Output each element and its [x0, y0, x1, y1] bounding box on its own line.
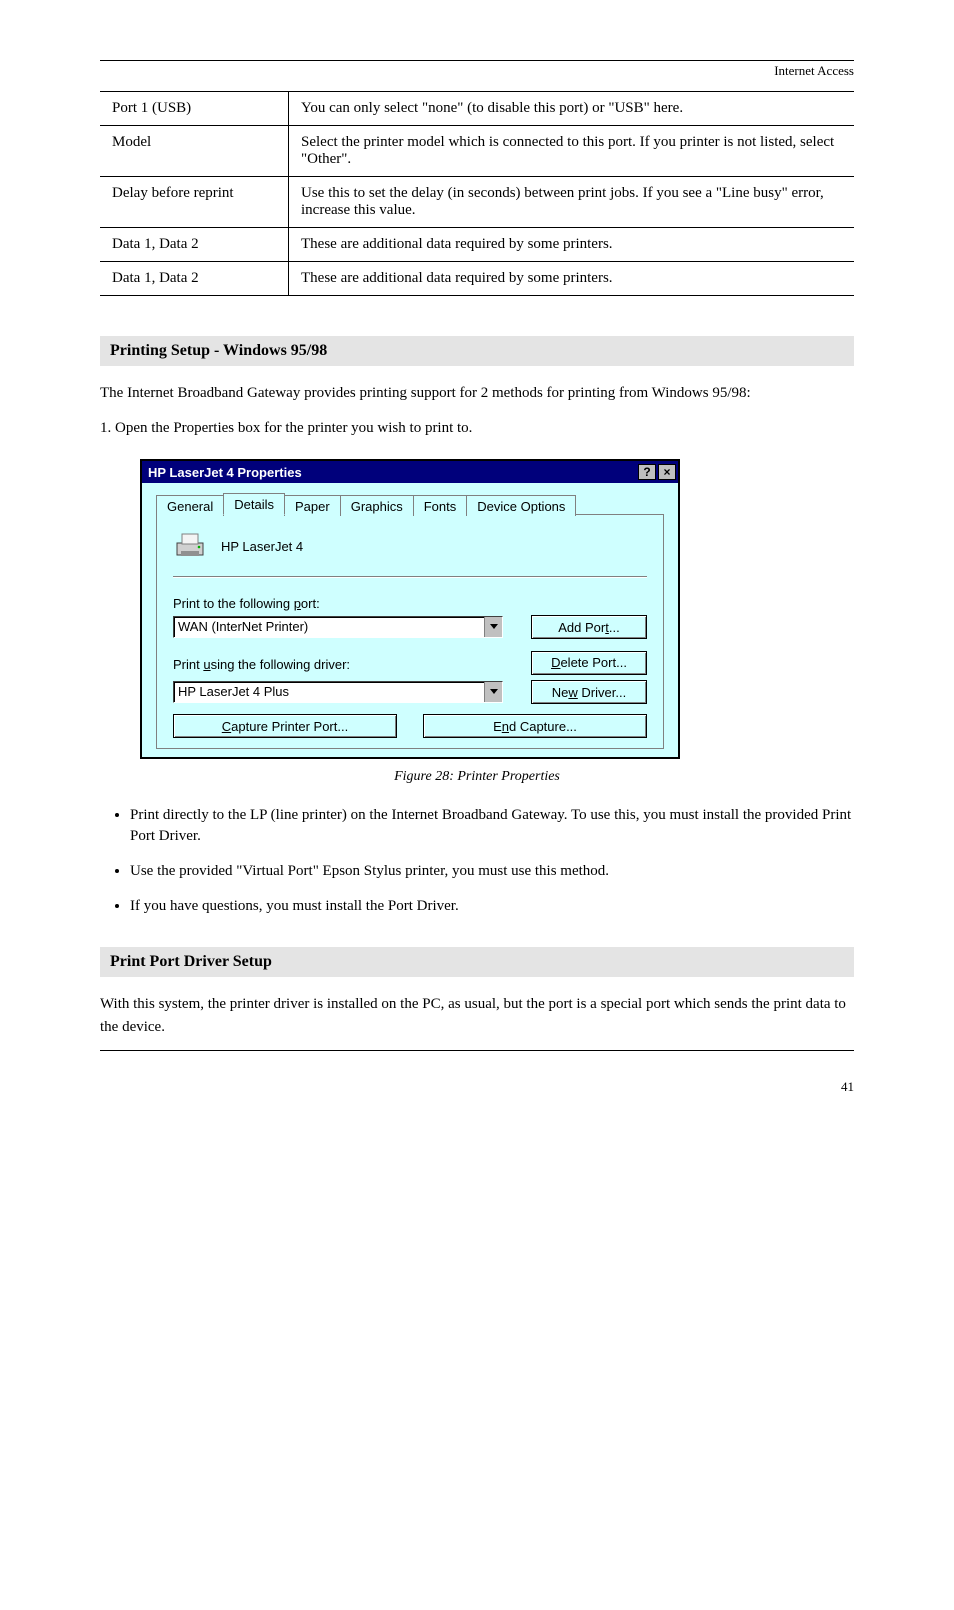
printer-properties-dialog: HP LaserJet 4 Properties ? × GeneralDeta…: [140, 459, 680, 759]
end-capture-button[interactable]: End Capture...: [423, 714, 647, 738]
dropdown-icon[interactable]: [484, 682, 502, 702]
delete-port-button[interactable]: Delete Port...: [531, 651, 647, 675]
capture-port-button[interactable]: Capture Printer Port...: [173, 714, 397, 738]
table-cell-desc: Select the printer model which is connec…: [289, 126, 855, 177]
table-cell-desc: Use this to set the delay (in seconds) b…: [289, 177, 855, 228]
table-row: Data 1, Data 2These are additional data …: [100, 262, 854, 296]
port-label: Print to the following port:: [173, 596, 647, 611]
dialog-titlebar[interactable]: HP LaserJet 4 Properties ? ×: [142, 461, 678, 483]
page-bottom-rule: [100, 1050, 854, 1051]
table-cell-desc: You can only select "none" (to disable t…: [289, 92, 855, 126]
tab-graphics[interactable]: Graphics: [340, 495, 414, 516]
driver-label: Print using the following driver:: [173, 657, 503, 672]
add-port-button[interactable]: Add Port...: [531, 615, 647, 639]
table-row: Port 1 (USB)You can only select "none" (…: [100, 92, 854, 126]
tab-details[interactable]: Details: [223, 493, 285, 515]
table-row: Data 1, Data 2These are additional data …: [100, 228, 854, 262]
tab-general[interactable]: General: [156, 495, 224, 516]
table-cell-name: Port 1 (USB): [100, 92, 289, 126]
tab-fonts[interactable]: Fonts: [413, 495, 468, 516]
list-item: If you have questions, you must install …: [130, 896, 854, 917]
details-tab-panel: HP LaserJet 4 Print to the following por…: [156, 514, 664, 749]
list-item: Use the provided "Virtual Port" Epson St…: [130, 861, 854, 882]
divider: [173, 576, 647, 578]
dropdown-icon[interactable]: [484, 617, 502, 637]
tab-strip: GeneralDetailsPaperGraphicsFontsDevice O…: [156, 493, 664, 515]
table-row: Delay before reprintUse this to set the …: [100, 177, 854, 228]
table-cell-desc: These are additional data required by so…: [289, 262, 855, 296]
feature-bullets: Print directly to the LP (line printer) …: [130, 805, 854, 917]
section-heading-printing-setup: Printing Setup - Windows 95/98: [100, 336, 854, 366]
dialog-title: HP LaserJet 4 Properties: [148, 465, 636, 480]
settings-table: Port 1 (USB)You can only select "none" (…: [100, 91, 854, 296]
section1-paragraph: The Internet Broadband Gateway provides …: [100, 382, 854, 405]
table-cell-name: Data 1, Data 2: [100, 262, 289, 296]
close-button[interactable]: ×: [658, 464, 676, 480]
table-cell-desc: These are additional data required by so…: [289, 228, 855, 262]
table-cell-name: Model: [100, 126, 289, 177]
printer-name-label: HP LaserJet 4: [221, 539, 303, 554]
section1-step1: 1. Open the Properties box for the print…: [100, 417, 854, 440]
section2-paragraph: With this system, the printer driver is …: [100, 993, 854, 1038]
table-cell-name: Delay before reprint: [100, 177, 289, 228]
printer-icon: [173, 531, 207, 562]
figure-caption: Figure 28: Printer Properties: [100, 769, 854, 785]
section-heading-driver-setup: Print Port Driver Setup: [100, 947, 854, 977]
tab-paper[interactable]: Paper: [284, 495, 341, 516]
tab-device-options[interactable]: Device Options: [466, 495, 576, 516]
table-cell-name: Data 1, Data 2: [100, 228, 289, 262]
port-combobox[interactable]: WAN (InterNet Printer): [173, 616, 503, 638]
page-number: 41: [841, 1079, 854, 1095]
driver-value: HP LaserJet 4 Plus: [174, 682, 484, 702]
driver-combobox[interactable]: HP LaserJet 4 Plus: [173, 681, 503, 703]
list-item: Print directly to the LP (line printer) …: [130, 805, 854, 847]
page-footer: 41: [100, 1079, 854, 1095]
new-driver-button[interactable]: New Driver...: [531, 680, 647, 704]
table-row: ModelSelect the printer model which is c…: [100, 126, 854, 177]
help-button[interactable]: ?: [638, 464, 656, 480]
port-value: WAN (InterNet Printer): [174, 617, 484, 637]
page-header-right: Internet Access: [100, 61, 854, 91]
